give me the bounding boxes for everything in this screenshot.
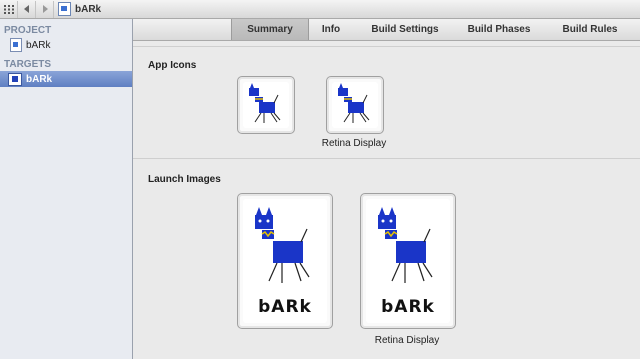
editor-tab-bar: Summary Info Build Settings Build Phases…	[133, 19, 640, 41]
project-header: PROJECT	[4, 25, 52, 36]
tab-summary[interactable]: Summary	[231, 19, 309, 40]
retina-app-icon-well[interactable]	[326, 76, 384, 134]
dog-icon	[249, 83, 281, 123]
section-divider	[133, 46, 640, 47]
bark-logo-text: bARk	[258, 297, 312, 317]
retina-icon-caption: Retina Display	[321, 138, 387, 149]
forward-arrow-icon[interactable]	[36, 0, 54, 18]
targets-header: TARGETS	[4, 59, 52, 70]
tab-info[interactable]: Info	[313, 19, 349, 40]
retina-launch-caption: Retina Display	[374, 335, 440, 346]
project-navigator: PROJECT bARk TARGETS bARk	[0, 19, 133, 359]
launch-images-title: Launch Images	[148, 174, 221, 185]
app-icon-well[interactable]	[237, 76, 295, 134]
dog-icon	[338, 83, 370, 123]
launch-image-well[interactable]: bARk	[237, 193, 333, 329]
grid-icon[interactable]	[0, 0, 18, 18]
jump-bar: bARk	[0, 0, 640, 19]
target-editor: Summary Info Build Settings Build Phases…	[133, 19, 640, 359]
retina-launch-image-well[interactable]: bARk	[360, 193, 456, 329]
sidebar-item-label: bARk	[26, 73, 53, 85]
jump-bar-title[interactable]: bARk	[75, 4, 101, 15]
app-target-icon	[8, 72, 22, 86]
sidebar-item-label: bARk	[26, 39, 51, 51]
sidebar-item-project[interactable]: bARk	[0, 37, 132, 53]
project-file-icon	[10, 38, 22, 52]
tab-build-phases[interactable]: Build Phases	[463, 19, 535, 40]
back-arrow-icon[interactable]	[18, 0, 36, 18]
project-file-icon	[58, 2, 71, 16]
tab-build-settings[interactable]: Build Settings	[365, 19, 445, 40]
bark-logo-text: bARk	[381, 297, 435, 317]
tab-build-rules[interactable]: Build Rules	[556, 19, 624, 40]
sidebar-item-target[interactable]: bARk	[0, 71, 132, 87]
app-icons-title: App Icons	[148, 60, 197, 71]
section-divider	[133, 158, 640, 159]
